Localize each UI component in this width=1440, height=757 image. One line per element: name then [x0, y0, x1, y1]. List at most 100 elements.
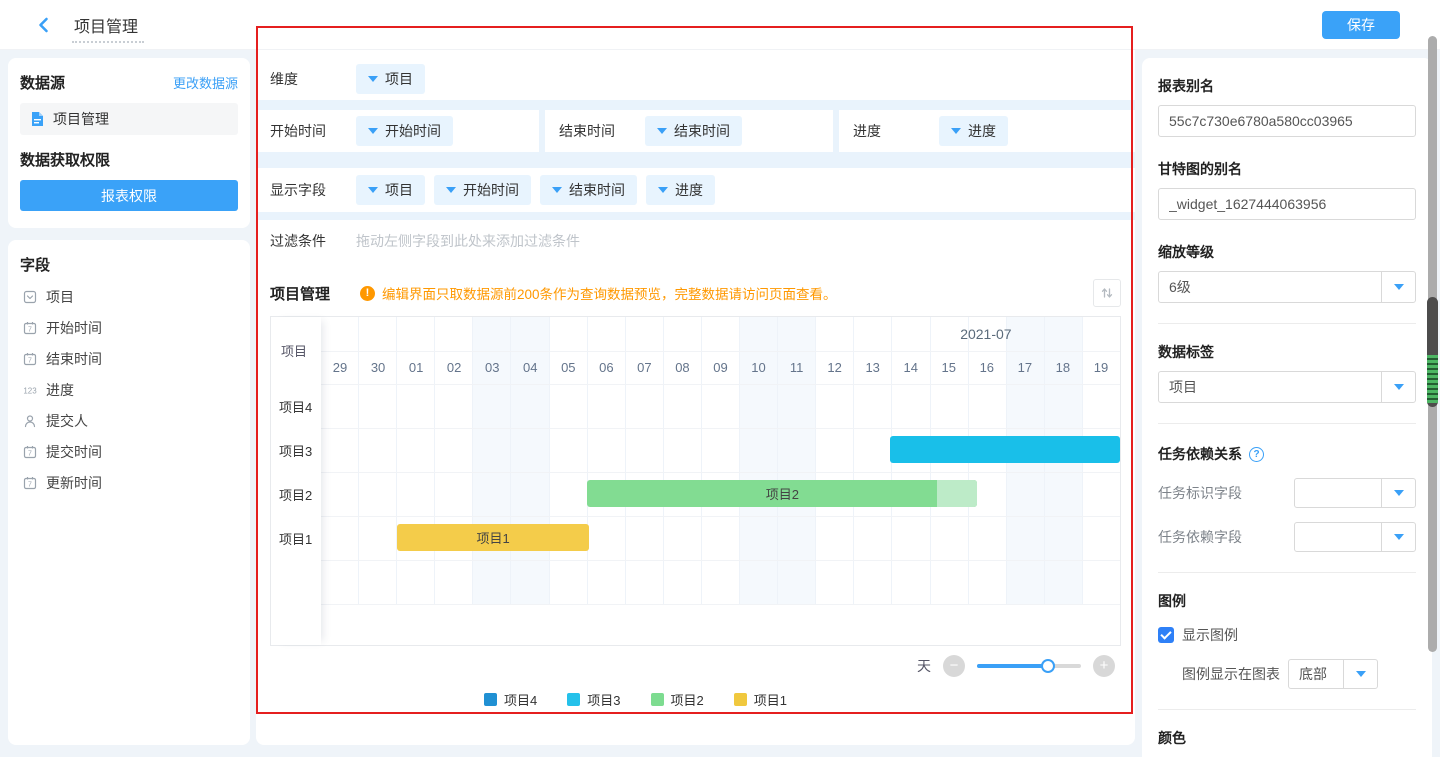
chevron-down-icon [658, 187, 668, 193]
dimension-chips: 项目 [356, 64, 425, 94]
legend-item[interactable]: 项目2 [651, 690, 704, 709]
field-item[interactable]: 项目 [20, 281, 238, 312]
preview-warning: ! 编辑界面只取数据源前200条作为查询数据预览，完整数据请访问页面查看。 [360, 283, 837, 303]
zoom-level-select[interactable]: 6级 [1158, 271, 1416, 303]
select-caret [1381, 272, 1415, 302]
dimension-chip[interactable]: 项目 [356, 64, 425, 94]
legend-label: 项目2 [671, 690, 704, 709]
display-field-chip[interactable]: 开始时间 [434, 175, 531, 205]
change-datasource-link[interactable]: 更改数据源 [173, 73, 238, 92]
chip-label: 进度 [675, 180, 703, 200]
gantt-chart: 项目 项目4项目3项目2项目1 2021-07 2930010203040506… [270, 316, 1121, 646]
help-icon[interactable]: ? [1249, 447, 1264, 462]
gantt-month-label: 2021-07 [960, 326, 1011, 342]
gantt-day-label: 02 [435, 351, 473, 384]
gantt-bar[interactable]: 项目2 [587, 480, 977, 507]
report-permission-button[interactable]: 报表权限 [20, 180, 238, 211]
show-legend-label: 显示图例 [1182, 625, 1238, 645]
zoom-in-button[interactable]: + [1093, 655, 1115, 677]
task-id-select[interactable] [1294, 478, 1416, 508]
task-id-label: 任务标识字段 [1158, 483, 1294, 503]
filter-row[interactable]: 过滤条件 拖动左侧字段到此处来添加过滤条件 [256, 220, 1135, 262]
sort-button[interactable] [1093, 279, 1121, 307]
legend-item[interactable]: 项目3 [567, 690, 620, 709]
show-legend-checkbox[interactable] [1158, 627, 1174, 643]
gantt-day-label: 16 [968, 351, 1006, 384]
zoom-out-button[interactable]: − [943, 655, 965, 677]
gantt-bar-label: 项目2 [766, 484, 799, 503]
zoom-unit-label: 天 [917, 656, 931, 676]
field-item[interactable]: 7 结束时间 [20, 343, 238, 374]
gantt-day-label: 04 [511, 351, 549, 384]
zoom-slider[interactable] [977, 664, 1081, 668]
divider [1158, 423, 1416, 424]
field-item[interactable]: 7开始时间 [20, 312, 238, 343]
progress-chip[interactable]: 进度 [939, 116, 1008, 146]
display-field-chip[interactable]: 进度 [646, 175, 715, 205]
legend-position-label: 图例显示在图表 [1182, 664, 1280, 684]
person-icon [22, 413, 38, 429]
warning-text: 编辑界面只取数据源前200条作为查询数据预览，完整数据请访问页面查看。 [382, 283, 837, 303]
chip-label: 项目 [385, 69, 413, 89]
gantt-bar-remaining [937, 480, 977, 507]
svg-text:7: 7 [28, 357, 32, 364]
gantt-grid: 2021-07 29300102030405060708091011121314… [321, 317, 1120, 645]
data-label-select[interactable]: 项目 [1158, 371, 1416, 403]
gantt-day-label: 09 [701, 351, 739, 384]
preview-section: 项目管理 ! 编辑界面只取数据源前200条作为查询数据预览，完整数据请访问页面查… [256, 278, 1135, 709]
display-field-chip[interactable]: 结束时间 [540, 175, 637, 205]
gantt-label-column: 项目 项目4项目3项目2项目1 [271, 317, 321, 645]
select-caret [1381, 523, 1415, 551]
gantt-row-label: 项目2 [271, 472, 321, 516]
preview-title: 项目管理 [270, 283, 330, 304]
task-dependency-select[interactable] [1294, 522, 1416, 552]
gantt-day-label: 03 [473, 351, 511, 384]
gantt-day-label: 17 [1006, 351, 1044, 384]
end-time-chip[interactable]: 结束时间 [645, 116, 742, 146]
gantt-day-label: 15 [930, 351, 968, 384]
back-button[interactable] [30, 11, 58, 39]
gantt-bar[interactable] [890, 436, 1120, 463]
legend-item[interactable]: 项目1 [734, 690, 787, 709]
field-item-label: 结束时间 [46, 349, 102, 369]
chevron-down-icon [552, 187, 562, 193]
legend-position-select[interactable]: 底部 [1288, 659, 1378, 689]
zoom-control: 天 − + [270, 655, 1121, 677]
zoom-slider-handle[interactable] [1041, 659, 1055, 673]
dependency-title: 任务依赖关系 [1158, 444, 1242, 464]
legend-item[interactable]: 项目4 [484, 690, 537, 709]
gantt-day-label: 11 [778, 351, 816, 384]
start-time-chip[interactable]: 开始时间 [356, 116, 453, 146]
legend-swatch [734, 693, 747, 706]
field-item[interactable]: 提交人 [20, 405, 238, 436]
show-legend-option[interactable]: 显示图例 [1158, 625, 1416, 645]
grid-line [321, 604, 1120, 605]
fields-card: 字段 项目7开始时间7结束时间123进度提交人7提交时间7更新时间 [8, 240, 250, 745]
field-item[interactable]: 7提交时间 [20, 436, 238, 467]
legend-swatch [567, 693, 580, 706]
chevron-down-icon [368, 76, 378, 82]
datasource-item[interactable]: 项目管理 [20, 103, 238, 135]
page-title[interactable]: 项目管理 [72, 17, 144, 43]
chevron-down-icon [368, 128, 378, 134]
chevron-down-icon [1394, 490, 1404, 496]
field-item-label: 项目 [46, 287, 74, 307]
field-item-label: 提交时间 [46, 442, 102, 462]
gantt-alias-input[interactable] [1158, 188, 1416, 220]
widget-editor-panel: 维度 项目 开始时间 开始时间 结束时间 结束时间 进度 进度 显示字段 项目开… [256, 28, 1135, 745]
report-alias-input[interactable] [1158, 105, 1416, 137]
scrollbar-thumb[interactable] [1427, 297, 1438, 407]
color-section-title: 颜色 [1158, 728, 1416, 748]
svg-text:7: 7 [28, 326, 32, 333]
chevron-down-icon [1394, 284, 1404, 290]
select-caret [1343, 660, 1377, 688]
time-config-row: 开始时间 开始时间 结束时间 结束时间 进度 进度 [256, 110, 1135, 152]
gantt-day-label: 29 [321, 351, 359, 384]
chip-label: 进度 [968, 121, 996, 141]
field-item[interactable]: 123进度 [20, 374, 238, 405]
field-item[interactable]: 7更新时间 [20, 467, 238, 498]
gantt-bar[interactable]: 项目1 [397, 524, 589, 551]
gantt-row-label: 项目4 [271, 384, 321, 428]
display-field-chip[interactable]: 项目 [356, 175, 425, 205]
save-button[interactable]: 保存 [1322, 11, 1400, 39]
